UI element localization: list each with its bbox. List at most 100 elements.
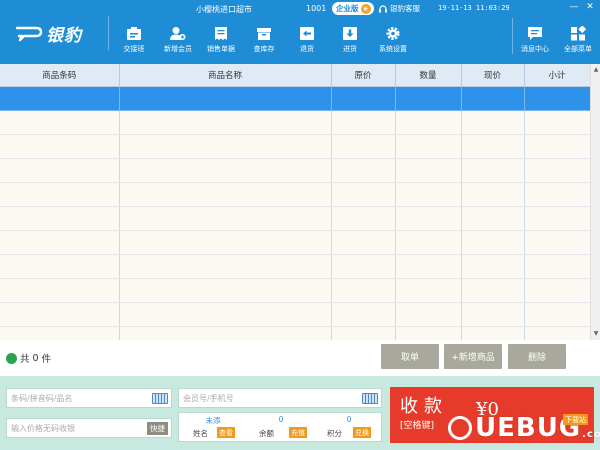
table-row[interactable] bbox=[0, 230, 591, 255]
table-cell bbox=[0, 302, 120, 327]
customer-service-link[interactable]: 银豹客服 bbox=[378, 3, 420, 14]
member-balance-value: 0 bbox=[278, 415, 284, 424]
table-cell bbox=[395, 254, 462, 279]
table-cell bbox=[119, 158, 332, 183]
table-cell bbox=[395, 230, 462, 255]
member-points-value: 0 bbox=[346, 415, 352, 424]
delete-button[interactable]: 删除 bbox=[508, 344, 566, 369]
table-cell bbox=[0, 326, 120, 340]
table-cell bbox=[119, 86, 332, 111]
table-cell bbox=[461, 158, 525, 183]
toolbar-label: 全部菜单 bbox=[564, 45, 592, 53]
add-product-button[interactable]: +新增商品 bbox=[444, 344, 502, 369]
table-cell bbox=[524, 110, 591, 135]
table-cell bbox=[461, 230, 525, 255]
toolbar-settings-button[interactable]: 系统设置 bbox=[371, 26, 415, 54]
view-member-button[interactable]: 查看 bbox=[217, 427, 235, 438]
edition-label: 企业版 bbox=[336, 4, 359, 13]
toolbar-handover-button[interactable]: 交接班 bbox=[112, 26, 156, 54]
table-cell bbox=[0, 254, 120, 279]
table-cell bbox=[461, 302, 525, 327]
member-search-input[interactable]: 会员号/手机号 bbox=[178, 388, 382, 408]
toolbar-label: 查库存 bbox=[253, 45, 275, 53]
inventory-icon bbox=[257, 28, 271, 40]
handover-icon bbox=[127, 27, 141, 40]
quick-button[interactable]: 快捷 bbox=[147, 422, 168, 435]
table-cell bbox=[524, 158, 591, 183]
toolbar-inventory-button[interactable]: 查库存 bbox=[242, 26, 286, 54]
scroll-down-arrow-icon[interactable]: ▼ bbox=[592, 330, 600, 338]
table-cell bbox=[0, 158, 120, 183]
table-cell bbox=[524, 278, 591, 303]
table-cell bbox=[524, 302, 591, 327]
table-cell bbox=[119, 206, 332, 231]
table-row[interactable] bbox=[0, 110, 591, 135]
table-cell bbox=[461, 254, 525, 279]
table-cell bbox=[119, 182, 332, 207]
column-header-quantity[interactable]: 数量 bbox=[395, 64, 462, 87]
table-cell bbox=[331, 254, 396, 279]
table-cell bbox=[395, 182, 462, 207]
keyboard-icon[interactable] bbox=[152, 393, 168, 404]
keyboard-icon[interactable] bbox=[362, 393, 378, 404]
table-row[interactable] bbox=[0, 302, 591, 327]
redeem-button[interactable]: 兑换 bbox=[353, 427, 371, 438]
item-count-suffix: 件 bbox=[41, 354, 52, 365]
member-placeholder: 会员号/手机号 bbox=[183, 393, 234, 403]
table-cell bbox=[119, 254, 332, 279]
item-count-prefix: 共 bbox=[20, 354, 30, 365]
table-row[interactable] bbox=[0, 206, 591, 231]
table-cell bbox=[0, 110, 120, 135]
close-button[interactable]: ✕ bbox=[584, 2, 596, 12]
member-balance-label: 余额 bbox=[259, 429, 274, 438]
column-header-name[interactable]: 商品名称 bbox=[119, 64, 332, 87]
member-name: 未添 姓名 查看 bbox=[179, 413, 247, 441]
table-cell bbox=[395, 134, 462, 159]
table-scrollbar[interactable]: ▲ ▼ bbox=[590, 64, 600, 340]
toolbar-sales-receipt-button[interactable]: 销售单据 bbox=[199, 26, 243, 54]
table-row[interactable] bbox=[0, 134, 591, 159]
column-header-subtotal[interactable]: 小计 bbox=[524, 64, 591, 87]
checkout-hotkey: [空格键] bbox=[400, 421, 435, 431]
edition-badge[interactable]: 企业版 ★ bbox=[332, 2, 374, 15]
price-input[interactable]: 输入价格无码收银 快捷 bbox=[6, 418, 172, 438]
toolbar-purchase-button[interactable]: 进货 bbox=[328, 26, 372, 54]
table-cell bbox=[331, 158, 396, 183]
column-header-original-price[interactable]: 原价 bbox=[331, 64, 396, 87]
table-row[interactable] bbox=[0, 182, 591, 207]
table-row[interactable] bbox=[0, 326, 591, 340]
minimize-button[interactable]: — bbox=[568, 2, 580, 12]
table-row[interactable] bbox=[0, 278, 591, 303]
column-header-barcode[interactable]: 商品条码 bbox=[0, 64, 120, 87]
watermark-suffix: .com bbox=[582, 428, 600, 440]
table-cell bbox=[119, 110, 332, 135]
table-cell bbox=[461, 134, 525, 159]
column-header-current-price[interactable]: 现价 bbox=[461, 64, 525, 87]
recharge-button[interactable]: 充值 bbox=[289, 427, 307, 438]
retrieve-order-button[interactable]: 取单 bbox=[381, 344, 439, 369]
table-cell bbox=[0, 134, 120, 159]
divider bbox=[108, 16, 109, 50]
scroll-up-arrow-icon[interactable]: ▲ bbox=[592, 66, 600, 74]
barcode-search-input[interactable]: 条码/拼音码/品名 bbox=[6, 388, 172, 408]
member-points-label: 积分 bbox=[327, 429, 342, 438]
toolbar-message-center-button[interactable]: 消息中心 bbox=[513, 26, 557, 54]
toolbar-return-button[interactable]: 退货 bbox=[285, 26, 329, 54]
table-row[interactable] bbox=[0, 254, 591, 279]
toolbar-add-member-button[interactable]: 新增会员 bbox=[156, 26, 200, 54]
wifi-status-icon bbox=[6, 352, 17, 364]
app-logo: 银豹 bbox=[14, 22, 82, 46]
item-count-value: 0 bbox=[32, 352, 39, 364]
toolbar-label: 进货 bbox=[343, 45, 357, 53]
checkout-title: 收款 bbox=[400, 396, 448, 417]
datetime: 19-11-13 11:03:29 bbox=[438, 4, 510, 12]
member-points: 0 积分 兑换 bbox=[315, 413, 383, 441]
table-cell bbox=[331, 134, 396, 159]
table-cell bbox=[0, 278, 120, 303]
toolbar-all-menus-button[interactable]: 全部菜单 bbox=[556, 26, 600, 54]
shop-id: 1001 bbox=[306, 4, 327, 13]
table-row[interactable] bbox=[0, 158, 591, 183]
table-cell bbox=[524, 206, 591, 231]
toolbar-label: 新增会员 bbox=[164, 45, 192, 53]
table-row[interactable] bbox=[0, 86, 591, 111]
